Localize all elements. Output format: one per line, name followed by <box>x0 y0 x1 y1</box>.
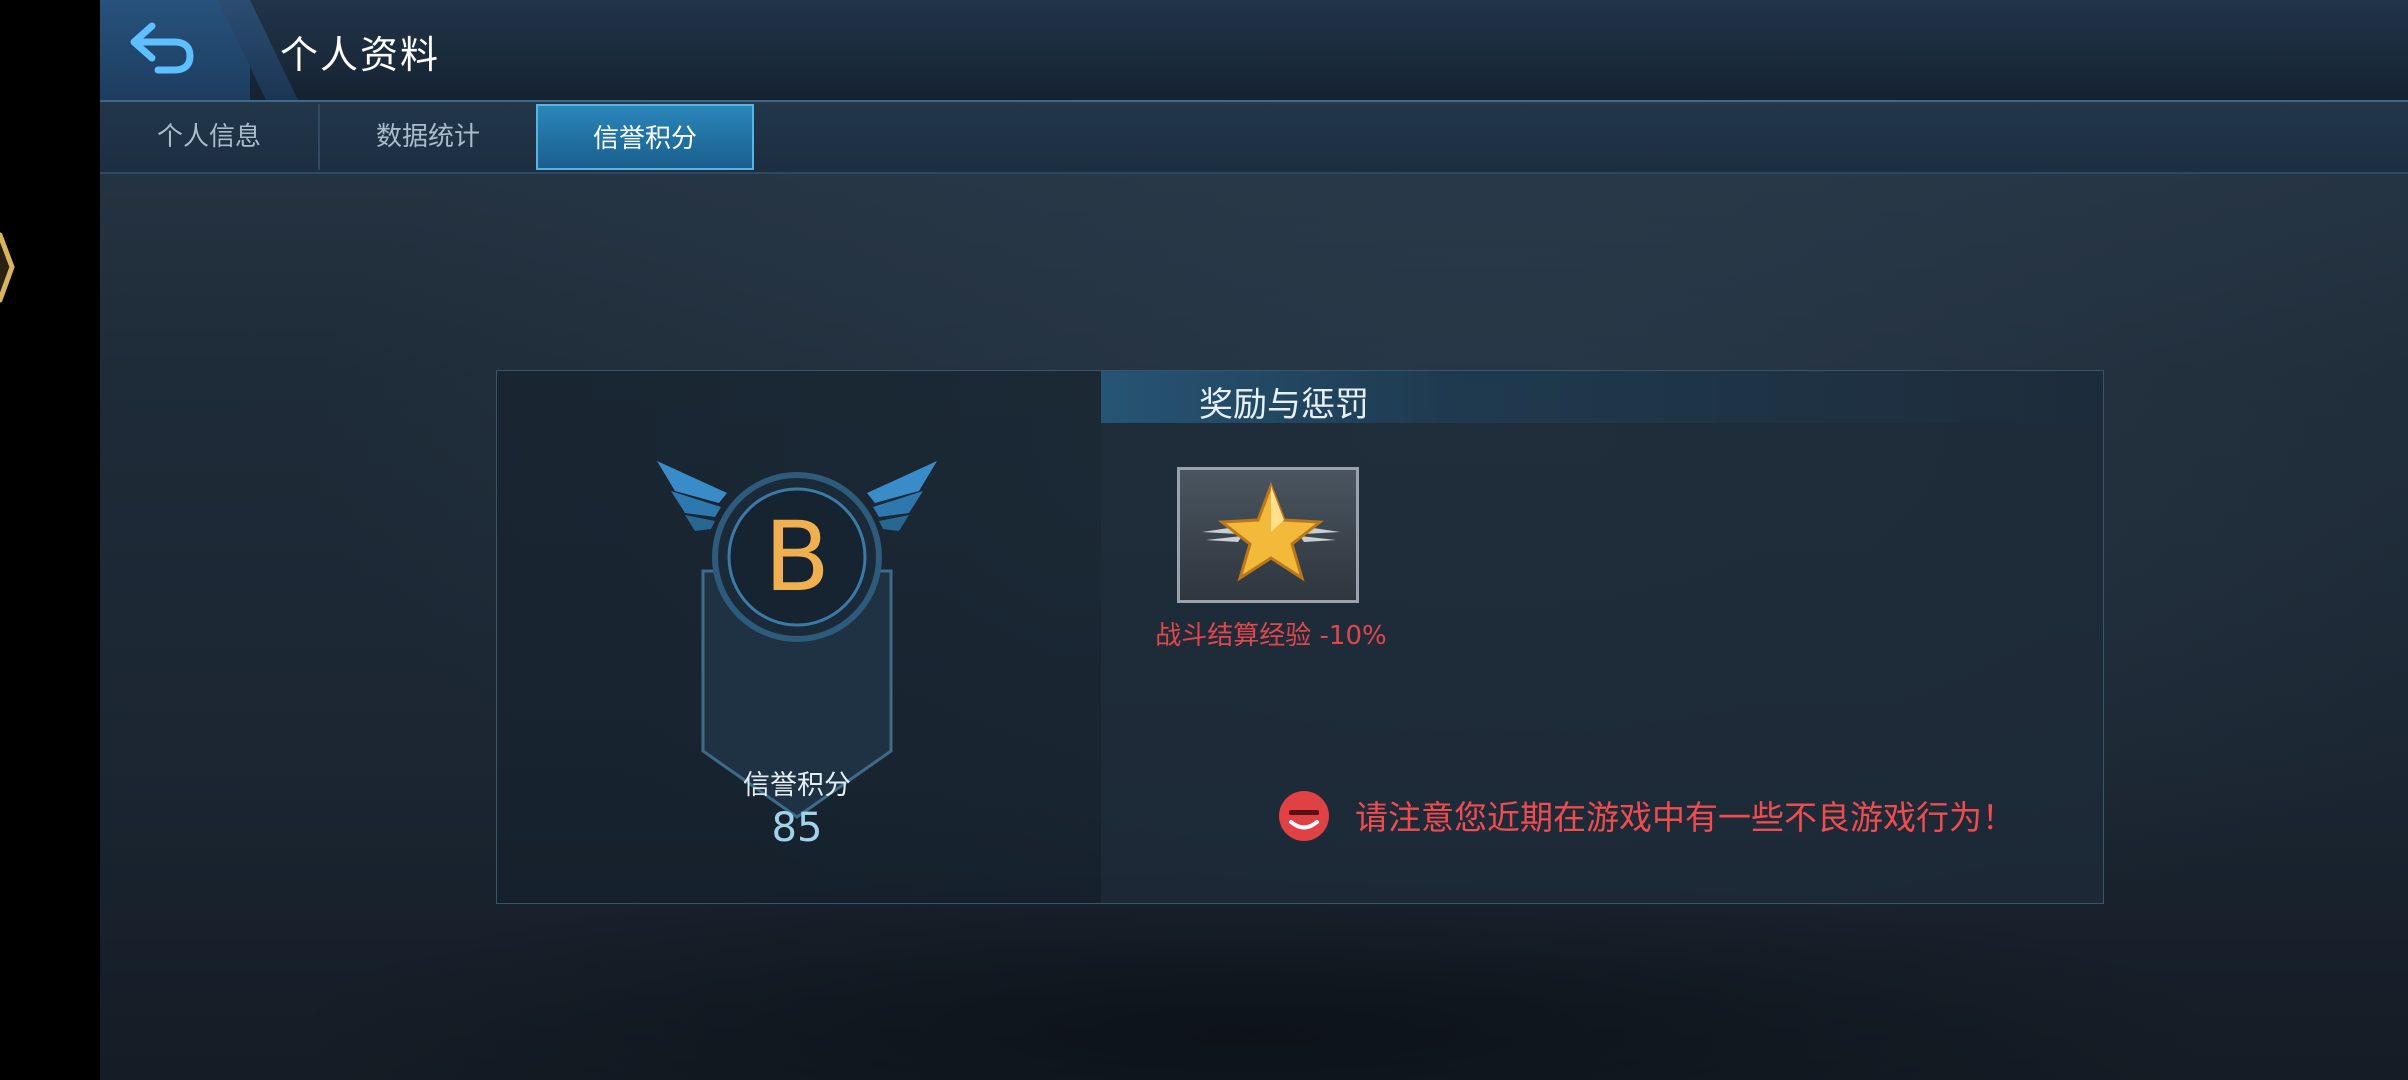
main-stage: 个人资料 个人信息 数据统计 信誉积分 B 信誉积分 85 奖励与惩罚 战斗结算… <box>100 0 2408 1080</box>
credit-grade: B <box>764 501 830 613</box>
back-arrow-icon <box>130 22 194 74</box>
rewards-title: 奖励与惩罚 <box>1199 385 1369 425</box>
gold-star-icon <box>1202 481 1340 582</box>
hex-badge-icon <box>0 232 15 303</box>
left-edge <box>0 0 100 1080</box>
tab-statistics[interactable]: 数据统计 <box>320 104 536 170</box>
credit-panel: B 信誉积分 85 <box>497 371 1101 903</box>
reward-caption: 战斗结算经验 -10% <box>1155 621 1387 651</box>
reward-item[interactable] <box>1177 467 1359 603</box>
rewards-header: 奖励与惩罚 <box>1101 371 2103 425</box>
red-face-icon <box>1279 791 1329 841</box>
page-title: 个人资料 <box>280 33 441 77</box>
tab-credit-score[interactable]: 信誉积分 <box>536 104 754 170</box>
tab-personal-info[interactable]: 个人信息 <box>100 104 320 170</box>
credit-label: 信誉积分 <box>743 770 851 801</box>
behavior-warning: 请注意您近期在游戏中有一些不良游戏行为！ <box>1355 798 2015 837</box>
credit-badge: B 信誉积分 85 <box>657 461 937 851</box>
credit-card: B 信誉积分 85 奖励与惩罚 战斗结算经验 -10% 请注意您近期在游戏中有一… <box>496 370 2104 904</box>
rewards-panel: 奖励与惩罚 战斗结算经验 -10% 请注意您近期在游戏中有一些不良游戏行为！ <box>1101 371 2103 903</box>
credit-score: 85 <box>771 805 823 851</box>
tab-bar: 个人信息 数据统计 信誉积分 <box>100 104 2408 174</box>
top-header: 个人资料 <box>100 0 2408 102</box>
